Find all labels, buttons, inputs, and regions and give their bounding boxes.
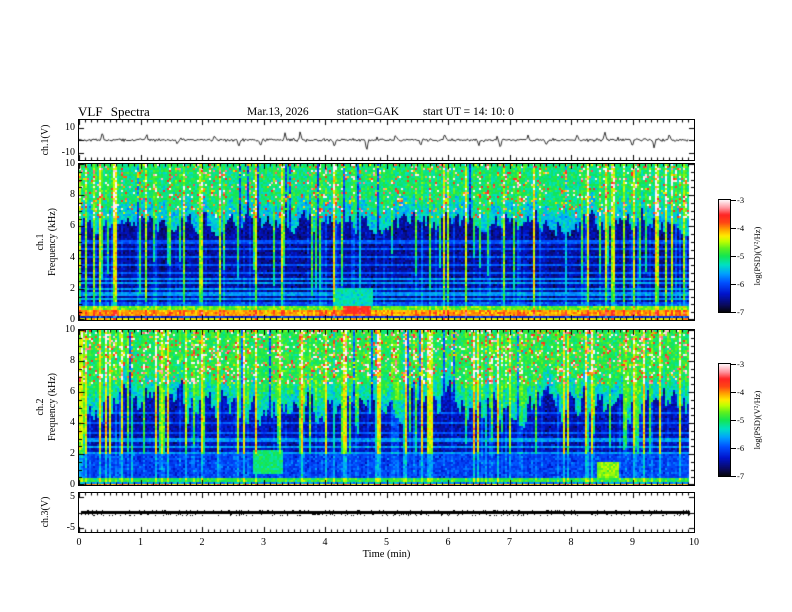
date-label: Mar.13, 2026	[247, 106, 309, 118]
y-tick-label: -5	[66, 522, 75, 534]
colorbar-tick	[731, 284, 736, 285]
colorbar-tick-label: -7	[737, 471, 745, 481]
y-tick-label: 5	[70, 490, 75, 502]
colorbar-tick	[731, 420, 736, 421]
ch2-label: ch.2	[35, 398, 46, 416]
colorbar-ch2-canvas	[719, 364, 730, 476]
y-tick-label: 8	[70, 189, 75, 201]
y-tick-label: 4	[70, 251, 75, 263]
colorbar-tick-label: -7	[737, 307, 745, 317]
ch1-waveform-canvas	[79, 120, 694, 160]
colorbar-ch1-unit-label: log(PSD)(V²/Hz)	[751, 226, 762, 286]
y-tick-label: 10	[65, 121, 75, 133]
x-tick-label: 5	[384, 537, 389, 548]
y-tick-label: 10	[65, 324, 75, 335]
ch1-spec-axis-label: ch.1 Frequency (kHz)	[35, 208, 59, 276]
colorbar-tick	[731, 200, 736, 201]
y-tick-label: 2	[70, 282, 75, 294]
ch3-waveform-canvas	[79, 493, 694, 532]
y-tick-label: 2	[70, 448, 75, 459]
colorbar-tick	[731, 448, 736, 449]
y-tick-label: 6	[70, 386, 75, 397]
ch2-spec-axis-label: ch.2 Frequency (kHz)	[35, 373, 59, 441]
ch1-waveform-panel	[78, 119, 695, 161]
ch1-spectrogram-canvas	[79, 164, 694, 320]
page-title: VLF Spectra	[78, 104, 150, 119]
ch3-waveform-panel	[78, 492, 695, 533]
x-tick-label: 4	[322, 537, 328, 548]
colorbar-tick-label: -4	[737, 387, 745, 397]
frequency-axis-label: Frequency (kHz)	[47, 372, 58, 442]
colorbar-tick	[731, 392, 736, 393]
station-label: station=GAK	[337, 106, 400, 118]
colorbar-tick-label: -5	[737, 251, 745, 261]
y-tick-label: 6	[70, 220, 75, 232]
ch1-spectrogram-panel	[78, 163, 695, 321]
x-tick-label: 7	[507, 537, 512, 548]
x-tick-label: 10	[689, 537, 699, 548]
colorbar-ch1	[718, 199, 731, 313]
y-tick-label: 8	[70, 355, 75, 366]
x-tick-label: 6	[445, 537, 451, 548]
start-ut-label: start UT = 14: 10: 0	[423, 106, 514, 118]
ch2-spectrogram-panel	[78, 329, 695, 486]
y-tick-label: 10	[65, 158, 75, 169]
colorbar-tick-label: -3	[737, 195, 745, 205]
colorbar-tick	[731, 256, 736, 257]
y-tick-label: -10	[61, 146, 75, 158]
x-tick-label: 2	[199, 537, 205, 548]
x-tick-label: 8	[568, 537, 574, 548]
x-tick-label: 1	[138, 537, 143, 548]
colorbar-ch2-unit-label: log(PSD)(V²/Hz)	[751, 390, 762, 450]
colorbar-tick-label: -3	[737, 359, 745, 369]
colorbar-tick	[731, 364, 736, 365]
colorbar-ch1-canvas	[719, 200, 730, 312]
x-tick-label: 9	[630, 537, 635, 548]
colorbar-tick-label: -5	[737, 415, 745, 425]
x-tick-label: 0	[76, 537, 82, 548]
colorbar-tick	[731, 476, 736, 477]
colorbar-tick	[731, 228, 736, 229]
y-tick-label: 0	[70, 479, 75, 490]
colorbar-tick-label: -6	[737, 443, 745, 453]
colorbar-ch2	[718, 363, 731, 477]
colorbar-tick-label: -4	[737, 223, 745, 233]
x-tick-label: 3	[261, 537, 266, 548]
ch1-label: ch.1	[35, 233, 46, 251]
colorbar-tick	[731, 312, 736, 313]
time-axis-label: Time (min)	[362, 549, 411, 560]
frequency-axis-label: Frequency (kHz)	[47, 207, 58, 277]
vlf-spectra-figure: VLF Spectra Mar.13, 2026 station=GAK sta…	[0, 0, 792, 612]
colorbar-tick-label: -6	[737, 279, 745, 289]
y-tick-label: 4	[70, 417, 75, 428]
ch2-spectrogram-canvas	[79, 330, 694, 485]
